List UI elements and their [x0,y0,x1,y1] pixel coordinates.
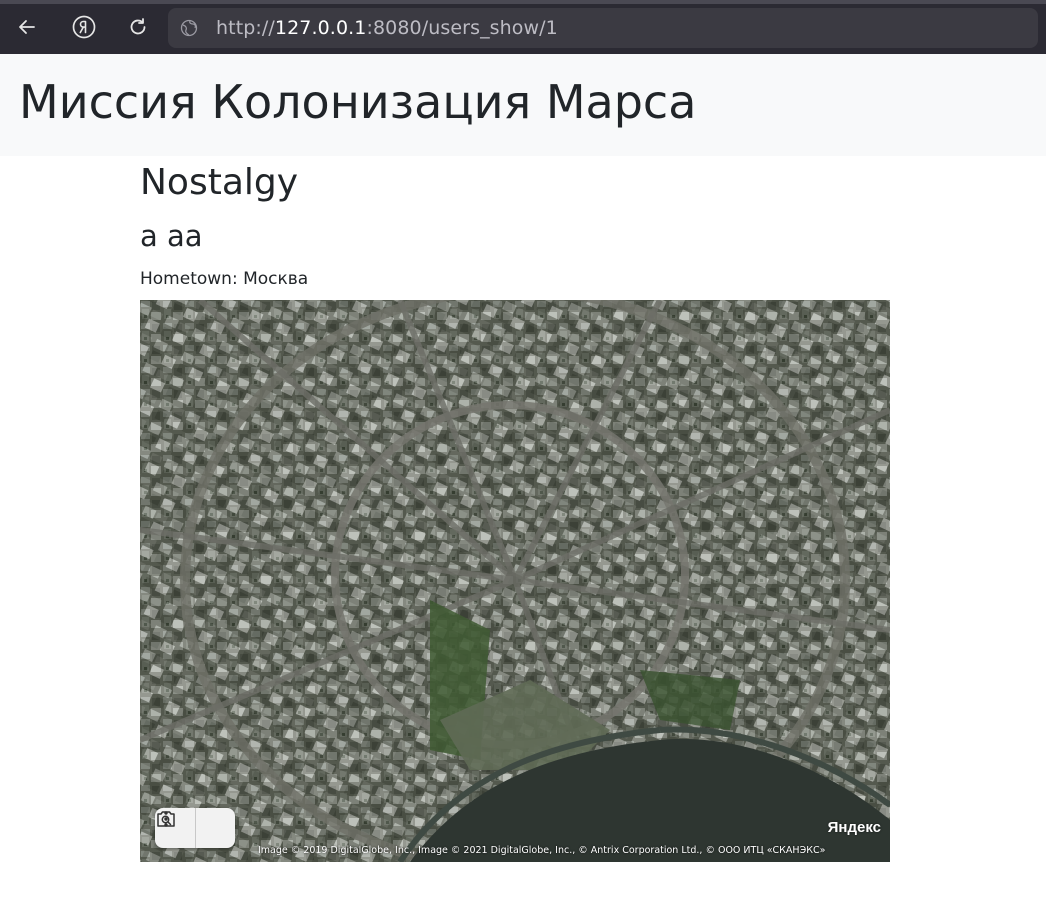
yandex-button[interactable] [70,13,98,41]
more-vertical-icon [164,811,168,827]
profile-name: Nostalgy [140,162,299,203]
address-bar[interactable]: http://127.0.0.1:8080/users_show/1 [168,8,1038,48]
yandex-icon [72,15,96,39]
back-button[interactable] [13,13,41,41]
site-header: Миссия Колонизация Марса [0,54,1046,156]
globe-icon [180,19,198,37]
address-url: http://127.0.0.1:8080/users_show/1 [216,17,558,39]
browser-toolbar: http://127.0.0.1:8080/users_show/1 [0,0,1046,54]
map-copyright: Image © 2019 DigitalGlobe, Inc., Image ©… [258,845,826,856]
hometown-map[interactable]: Яндекс Image © 2019 DigitalGlobe, Inc., … [140,300,890,862]
reload-icon [130,18,146,35]
site-title: Миссия Колонизация Марса [19,75,697,129]
profile-hometown: Hometown: Москва [140,269,309,289]
url-path: :8080/users_show/1 [366,17,558,39]
url-host: 127.0.0.1 [274,17,367,39]
satellite-image [140,300,890,862]
browser-tabstrip-edge [0,0,1046,4]
reload-button[interactable] [124,13,152,41]
profile-fullname: a aa [140,219,203,253]
map-provider-logo[interactable]: Яндекс [828,819,881,836]
url-prefix: http:// [216,17,275,39]
more-options-button[interactable] [164,808,235,848]
back-arrow-icon [19,20,35,34]
map-controls [155,808,235,848]
